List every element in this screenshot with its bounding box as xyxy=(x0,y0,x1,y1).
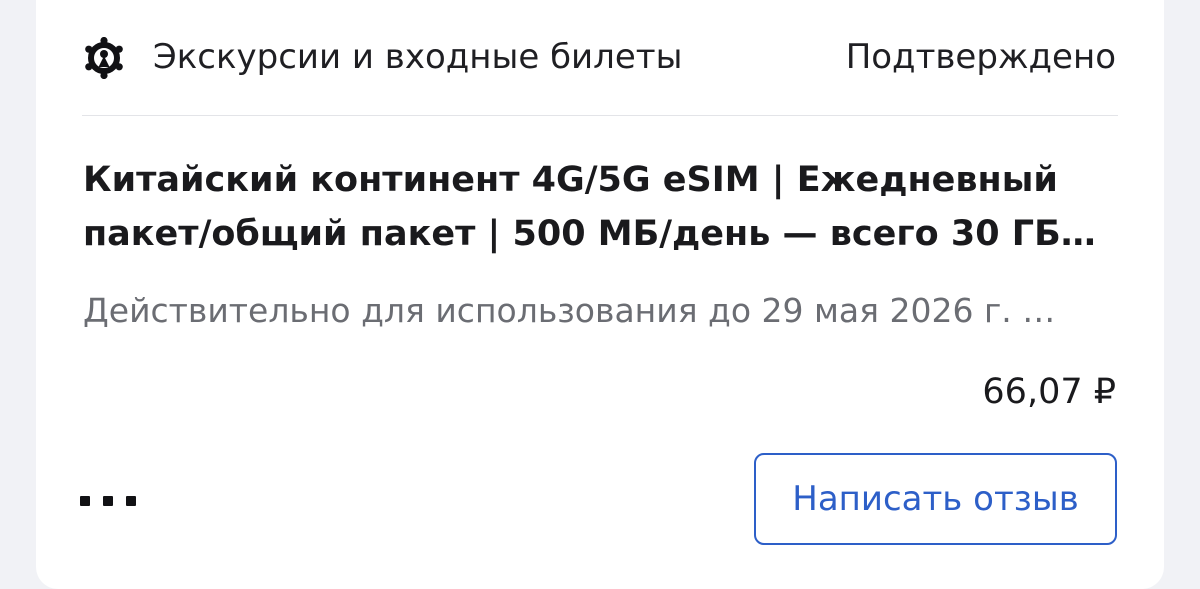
validity-text: Действительно для использования до 29 ма… xyxy=(83,291,1063,330)
order-card-header: Экскурсии и входные билеты Подтверждено xyxy=(36,0,1164,115)
more-dots-icon xyxy=(80,496,90,506)
order-card[interactable]: Экскурсии и входные билеты Подтверждено … xyxy=(36,0,1164,589)
price-label: 66,07 ₽ xyxy=(982,372,1116,412)
write-review-button[interactable]: Написать отзыв xyxy=(754,453,1117,545)
product-title[interactable]: Китайский континент 4G/5G eSIM | Ежеднев… xyxy=(83,153,1123,261)
ferris-wheel-icon xyxy=(83,36,125,80)
divider xyxy=(82,115,1118,116)
status-label: Подтверждено xyxy=(845,37,1116,77)
more-dots-icon xyxy=(103,496,113,506)
category-label: Экскурсии и входные билеты xyxy=(153,37,683,77)
more-options-button[interactable] xyxy=(80,472,156,528)
more-dots-icon xyxy=(126,496,136,506)
